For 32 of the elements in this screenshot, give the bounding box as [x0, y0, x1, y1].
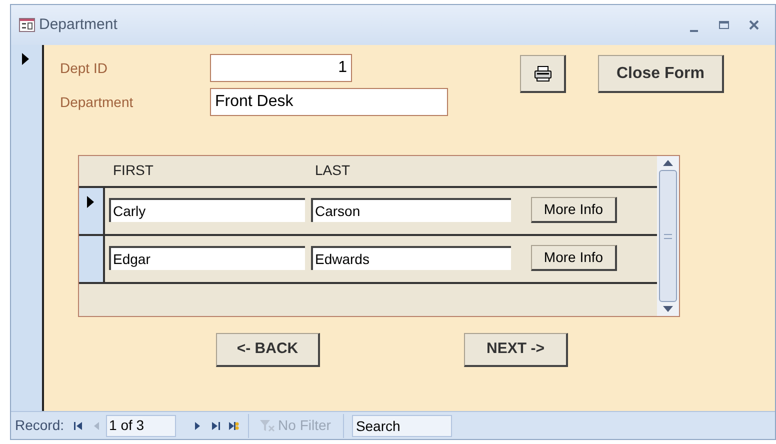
scroll-up-arrow-icon[interactable]: [663, 160, 673, 166]
current-row-icon: [87, 196, 94, 208]
form-icon: [19, 18, 35, 32]
text-field[interactable]: Front Desk: [210, 88, 448, 116]
row-selector[interactable]: [79, 236, 105, 282]
row-selector[interactable]: [79, 188, 105, 234]
text-field[interactable]: Carson: [311, 198, 511, 222]
more-info-button[interactable]: More Info: [531, 245, 617, 271]
funnel-icon: [259, 418, 276, 432]
record-label: Record:: [15, 416, 64, 435]
print-button[interactable]: [520, 55, 566, 93]
close-form-button[interactable]: Close Form: [598, 55, 724, 93]
text-field[interactable]: 1: [210, 54, 352, 82]
printer-icon: [534, 66, 552, 82]
column-header: LAST: [315, 162, 350, 178]
next-button[interactable]: NEXT ->: [464, 333, 568, 367]
record-position-field[interactable]: 1 of 3: [106, 414, 176, 436]
new-record-icon: [227, 420, 240, 432]
scroll-down-arrow-icon[interactable]: [663, 306, 673, 312]
close-button[interactable]: [747, 18, 761, 32]
column-header: FIRST: [113, 162, 154, 178]
last-record-icon: [209, 420, 222, 432]
back-button[interactable]: <- BACK: [216, 333, 320, 367]
more-info-button[interactable]: More Info: [531, 197, 617, 223]
text-field[interactable]: Edgar: [109, 246, 305, 270]
window-title: Department: [39, 14, 118, 35]
field-label: Dept ID: [60, 58, 108, 78]
field-label: Department: [60, 92, 134, 112]
text-field[interactable]: Edwards: [311, 246, 511, 270]
scrollbar[interactable]: [657, 156, 679, 316]
text-field[interactable]: Carly: [109, 198, 305, 222]
search-field[interactable]: Search: [352, 414, 452, 436]
